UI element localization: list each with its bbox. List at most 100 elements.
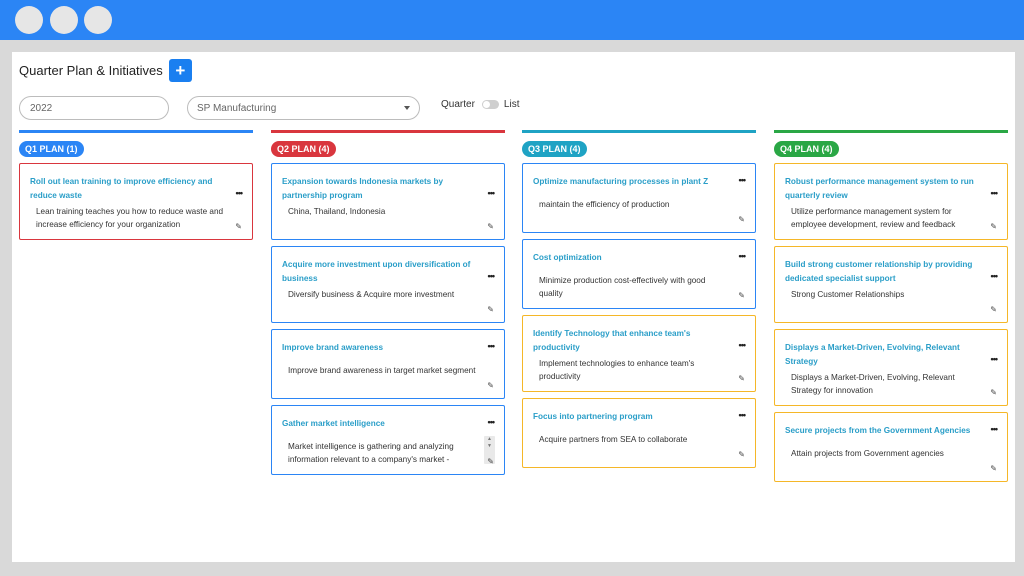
card-description: Lean training teaches you how to reduce … <box>36 207 224 229</box>
card-title[interactable]: Focus into partnering program <box>533 410 745 424</box>
card-title[interactable]: Build strong customer relationship by pr… <box>785 258 997 286</box>
initiative-card[interactable]: Build strong customer relationship by pr… <box>774 246 1008 323</box>
more-options-icon[interactable]: ••• <box>739 252 747 261</box>
more-options-icon[interactable]: ••• <box>236 189 244 198</box>
card-description: Minimize production cost-effectively wit… <box>539 276 706 298</box>
more-options-icon[interactable]: ••• <box>739 341 747 350</box>
plus-icon: + <box>175 61 186 80</box>
title-row: Quarter Plan & Initiatives + <box>19 59 192 82</box>
edit-icon[interactable]: ✎ <box>487 382 494 390</box>
edit-icon[interactable]: ✎ <box>487 223 494 231</box>
initiative-card[interactable]: Roll out lean training to improve effici… <box>19 163 253 240</box>
edit-icon[interactable]: ✎ <box>738 451 745 459</box>
year-input[interactable]: 2022 <box>19 96 169 120</box>
card-title[interactable]: Improve brand awareness <box>282 341 494 355</box>
card-title[interactable]: Robust performance management system to … <box>785 175 997 203</box>
card-title[interactable]: Identify Technology that enhance team's … <box>533 327 745 355</box>
column-accent-bar <box>19 130 253 133</box>
view-quarter-label: Quarter <box>441 99 475 110</box>
more-options-icon[interactable]: ••• <box>488 272 496 281</box>
quarter-badge: Q4 PLAN (4) <box>774 141 839 157</box>
card-list: Roll out lean training to improve effici… <box>19 163 253 240</box>
initiative-card[interactable]: Optimize manufacturing processes in plan… <box>522 163 756 233</box>
quarter-column: Q2 PLAN (4) Expansion towards Indonesia m… <box>271 130 505 481</box>
initiative-card[interactable]: Secure projects from the Government Agen… <box>774 412 1008 482</box>
edit-icon[interactable]: ✎ <box>990 223 997 231</box>
more-options-icon[interactable]: ••• <box>739 411 747 420</box>
initiative-card[interactable]: Expansion towards Indonesia markets by p… <box>271 163 505 240</box>
year-value: 2022 <box>30 102 53 114</box>
initiative-card[interactable]: Focus into partnering program ••• Acquire … <box>522 398 756 468</box>
card-title[interactable]: Acquire more investment upon diversifica… <box>282 258 494 286</box>
card-description: Attain projects from Government agencies <box>791 449 944 458</box>
more-options-icon[interactable]: ••• <box>991 272 999 281</box>
more-options-icon[interactable]: ••• <box>739 176 747 185</box>
initiative-card[interactable]: Acquire more investment upon diversifica… <box>271 246 505 323</box>
column-accent-bar <box>522 130 756 133</box>
edit-icon[interactable]: ✎ <box>990 306 997 314</box>
card-title[interactable]: Optimize manufacturing processes in plan… <box>533 175 745 189</box>
quarter-badge: Q2 PLAN (4) <box>271 141 336 157</box>
edit-icon[interactable]: ✎ <box>990 465 997 473</box>
card-title[interactable]: Roll out lean training to improve effici… <box>30 175 242 203</box>
switch-knob <box>482 101 490 108</box>
card-title[interactable]: Displays a Market-Driven, Evolving, Rele… <box>785 341 997 369</box>
card-description: Displays a Market-Driven, Evolving, Rele… <box>791 373 955 395</box>
more-options-icon[interactable]: ••• <box>991 189 999 198</box>
card-title[interactable]: Expansion towards Indonesia markets by p… <box>282 175 494 203</box>
card-description: Implement technologies to enhance team's… <box>539 359 695 381</box>
main-panel: Quarter Plan & Initiatives + 2022 SP Man… <box>12 52 1015 562</box>
company-select[interactable]: SP Manufacturing <box>187 96 420 120</box>
window-control-icon[interactable] <box>84 6 112 34</box>
card-title[interactable]: Gather market intelligence <box>282 417 494 431</box>
page-title: Quarter Plan & Initiatives <box>19 63 163 78</box>
card-description: maintain the efficiency of production <box>539 200 670 209</box>
view-list-label: List <box>503 99 520 110</box>
edit-icon[interactable]: ✎ <box>487 306 494 314</box>
edit-icon[interactable]: ✎ <box>990 389 997 397</box>
chevron-down-icon <box>404 106 410 110</box>
card-description: Improve brand awareness in target market… <box>288 366 476 375</box>
edit-icon[interactable]: ✎ <box>738 375 745 383</box>
more-options-icon[interactable]: ••• <box>991 355 999 364</box>
quarter-badge: Q3 PLAN (4) <box>522 141 587 157</box>
initiative-card[interactable]: Gather market intelligence ••• Market inte… <box>271 405 505 475</box>
quarter-column: Q3 PLAN (4) Optimize manufacturing proces… <box>522 130 756 474</box>
view-toggle: Quarter List <box>441 99 519 110</box>
scroll-down-icon[interactable]: ▼ <box>484 443 495 450</box>
more-options-icon[interactable]: ••• <box>488 418 496 427</box>
card-description: China, Thailand, Indonesia <box>288 207 386 216</box>
add-initiative-button[interactable]: + <box>168 59 192 82</box>
column-accent-bar <box>271 130 505 133</box>
view-mode-switch[interactable] <box>481 100 499 109</box>
quarter-column: Q4 PLAN (4) Robust performance management… <box>774 130 1008 488</box>
company-value: SP Manufacturing <box>197 102 277 114</box>
card-description: Market intelligence is gathering and ana… <box>288 442 454 464</box>
more-options-icon[interactable]: ••• <box>488 189 496 198</box>
more-options-icon[interactable]: ••• <box>488 342 496 351</box>
initiative-card[interactable]: Improve brand awareness ••• Improve brand … <box>271 329 505 399</box>
scroll-up-icon[interactable]: ▲ <box>484 436 495 443</box>
card-list: Expansion towards Indonesia markets by p… <box>271 163 505 475</box>
quarter-column: Q1 PLAN (1) Roll out lean training to imp… <box>19 130 253 246</box>
card-title[interactable]: Cost optimization <box>533 251 745 265</box>
edit-icon[interactable]: ✎ <box>487 458 494 466</box>
initiative-card[interactable]: Cost optimization ••• Minimize production … <box>522 239 756 309</box>
initiative-card[interactable]: Displays a Market-Driven, Evolving, Rele… <box>774 329 1008 406</box>
edit-icon[interactable]: ✎ <box>235 223 242 231</box>
window-control-icon[interactable] <box>15 6 43 34</box>
more-options-icon[interactable]: ••• <box>991 425 999 434</box>
window-control-icon[interactable] <box>50 6 78 34</box>
initiative-card[interactable]: Identify Technology that enhance team's … <box>522 315 756 392</box>
card-description: Strong Customer Relationships <box>791 290 905 299</box>
quarter-badge: Q1 PLAN (1) <box>19 141 84 157</box>
edit-icon[interactable]: ✎ <box>738 292 745 300</box>
initiative-card[interactable]: Robust performance management system to … <box>774 163 1008 240</box>
card-list: Optimize manufacturing processes in plan… <box>522 163 756 468</box>
column-accent-bar <box>774 130 1008 133</box>
card-description: Utilize performance management system fo… <box>791 207 956 229</box>
edit-icon[interactable]: ✎ <box>738 216 745 224</box>
card-title[interactable]: Secure projects from the Government Agen… <box>785 424 997 438</box>
window-titlebar <box>0 0 1024 40</box>
card-description: Diversify business & Acquire more invest… <box>288 290 455 299</box>
